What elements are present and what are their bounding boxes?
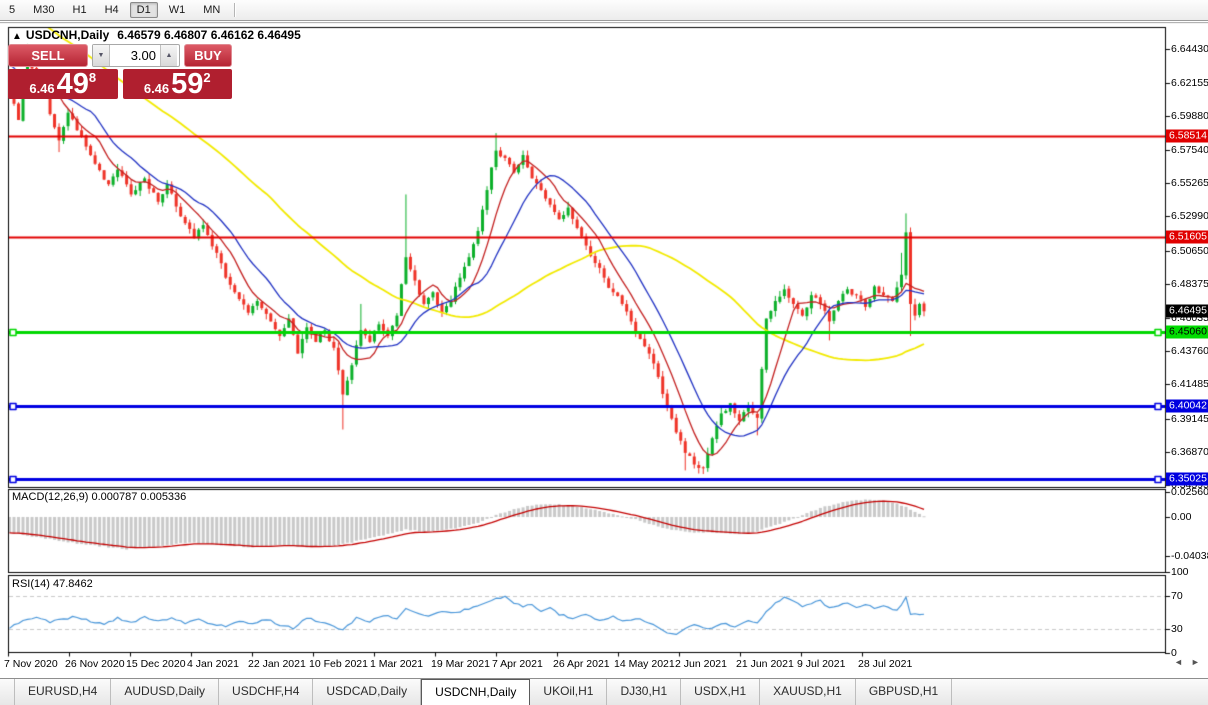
volume-increase-button[interactable]: ▲ xyxy=(160,45,177,66)
date-label: 28 Jul 2021 xyxy=(858,658,912,670)
price-level-badge: 6.45060 xyxy=(1166,326,1208,339)
price-level-badge: 6.58514 xyxy=(1166,129,1208,142)
price-tick-label: 6.41485 xyxy=(1171,378,1208,390)
chart-tab-usdx[interactable]: USDX,H1 xyxy=(681,679,760,705)
date-label: 7 Nov 2020 xyxy=(4,658,58,670)
macd-tick-label: -0.04038 xyxy=(1171,550,1208,562)
rsi-tick-label: 100 xyxy=(1171,566,1189,578)
volume-input[interactable] xyxy=(110,45,160,66)
symbol-label: USDCNH,Daily xyxy=(26,28,109,42)
date-label: 7 Apr 2021 xyxy=(492,658,543,670)
chart-tab-usdchf[interactable]: USDCHF,H4 xyxy=(219,679,313,705)
collapse-panel-icon[interactable]: ▲ xyxy=(12,31,22,42)
price-tick-label: 6.62155 xyxy=(1171,77,1208,89)
chart-tab-xauusd[interactable]: XAUUSD,H1 xyxy=(760,679,856,705)
scroll-right-icon[interactable]: ► xyxy=(1191,657,1200,667)
chart-tab-gbpusd[interactable]: GBPUSD,H1 xyxy=(856,679,952,705)
chart-tabs-bar: EURUSD,H4AUDUSD,DailyUSDCHF,H4USDCAD,Dai… xyxy=(0,678,1208,705)
timeframe-button-m30[interactable]: M30 xyxy=(26,2,61,18)
timeframe-button-d1[interactable]: D1 xyxy=(130,2,158,18)
price-level-badge: 6.40042 xyxy=(1166,399,1208,412)
price-tick-label: 6.43760 xyxy=(1171,345,1208,357)
price-level-badge: 6.35025 xyxy=(1166,472,1208,485)
price-tick-label: 6.50650 xyxy=(1171,245,1208,257)
timeframe-button-h1[interactable]: H1 xyxy=(66,2,94,18)
volume-stepper: ▼ ▲ xyxy=(92,44,180,67)
buy-price-sup: 2 xyxy=(203,70,210,85)
timeframe-button-w1[interactable]: W1 xyxy=(162,2,193,18)
rsi-tick-label: 70 xyxy=(1171,590,1183,602)
chart-tab-eurusd[interactable]: EURUSD,H4 xyxy=(14,679,111,705)
date-label: 2 Jun 2021 xyxy=(675,658,727,670)
chart-tab-audusd[interactable]: AUDUSD,Daily xyxy=(111,679,219,705)
date-label: 26 Nov 2020 xyxy=(65,658,125,670)
price-tick-label: 6.57540 xyxy=(1171,144,1208,156)
buy-price-big: 59 xyxy=(171,71,203,99)
macd-tick-label: 0.00 xyxy=(1171,511,1191,523)
date-label: 26 Apr 2021 xyxy=(553,658,610,670)
timeframe-toolbar: 5M30 H1H4D1W1MN xyxy=(0,0,1208,21)
date-label: 14 May 2021 xyxy=(614,658,675,670)
sell-button[interactable]: SELL xyxy=(8,44,88,67)
timeframe-button-5[interactable]: 5 xyxy=(2,2,22,18)
sell-price-prefix: 6.46 xyxy=(29,82,54,95)
chevron-down-icon: ▼ xyxy=(98,52,105,59)
price-tick-label: 6.52990 xyxy=(1171,210,1208,222)
price-tick-label: 6.36870 xyxy=(1171,446,1208,458)
volume-decrease-button[interactable]: ▼ xyxy=(93,45,110,66)
trade-prices-row: 6.46498 6.46592 xyxy=(8,69,232,99)
price-tick-label: 6.39145 xyxy=(1171,413,1208,425)
price-tick-label: 6.64430 xyxy=(1171,43,1208,55)
macd-tick-label: 0.025609 xyxy=(1171,486,1208,498)
toolbar-divider xyxy=(234,3,235,17)
chart-canvas[interactable] xyxy=(0,0,1208,705)
price-level-badge: 6.46495 xyxy=(1166,305,1208,318)
price-tick-label: 6.55265 xyxy=(1171,177,1208,189)
date-label: 22 Jan 2021 xyxy=(248,658,306,670)
scroll-left-icon[interactable]: ◄ xyxy=(1174,657,1183,667)
sell-price-big: 49 xyxy=(57,71,89,99)
sell-price[interactable]: 6.46498 xyxy=(8,69,118,99)
rsi-label: RSI(14) 47.8462 xyxy=(12,578,93,590)
ohlc-values: 6.46579 6.46807 6.46162 6.46495 xyxy=(117,28,301,42)
date-label: 19 Mar 2021 xyxy=(431,658,490,670)
chart-tab-usdcad[interactable]: USDCAD,Daily xyxy=(313,679,421,705)
tab-scroll-controls: ◄► xyxy=(1174,657,1208,667)
timeframe-button-h4[interactable]: H4 xyxy=(98,2,126,18)
chart-title: ▲ USDCNH,Daily 6.46579 6.46807 6.46162 6.4… xyxy=(12,28,301,42)
trade-controls-row: SELL ▼ ▲ BUY xyxy=(8,44,232,67)
date-label: 4 Jan 2021 xyxy=(187,658,239,670)
price-tick-label: 6.48375 xyxy=(1171,278,1208,290)
date-label: 1 Mar 2021 xyxy=(370,658,423,670)
date-label: 9 Jul 2021 xyxy=(797,658,845,670)
date-label: 21 Jun 2021 xyxy=(736,658,794,670)
macd-label: MACD(12,26,9) 0.000787 0.005336 xyxy=(12,491,186,503)
date-label: 10 Feb 2021 xyxy=(309,658,368,670)
date-label: 15 Dec 2020 xyxy=(126,658,186,670)
one-click-trading-panel: SELL ▼ ▲ BUY 6.46498 6.46592 xyxy=(8,44,232,99)
price-level-badge: 6.51605 xyxy=(1166,230,1208,243)
sell-price-sup: 8 xyxy=(89,70,96,85)
chart-tab-dj30[interactable]: DJ30,H1 xyxy=(607,679,681,705)
timeframe-button-mn[interactable]: MN xyxy=(196,2,227,18)
price-tick-label: 6.59880 xyxy=(1171,110,1208,122)
rsi-tick-label: 30 xyxy=(1171,623,1183,635)
buy-price-prefix: 6.46 xyxy=(144,82,169,95)
buy-button[interactable]: BUY xyxy=(184,44,232,67)
chart-tab-usdcnh[interactable]: USDCNH,Daily xyxy=(421,679,530,705)
buy-price[interactable]: 6.46592 xyxy=(123,69,233,99)
chart-tab-ukoil[interactable]: UKOil,H1 xyxy=(530,679,607,705)
chevron-up-icon: ▲ xyxy=(166,52,173,59)
